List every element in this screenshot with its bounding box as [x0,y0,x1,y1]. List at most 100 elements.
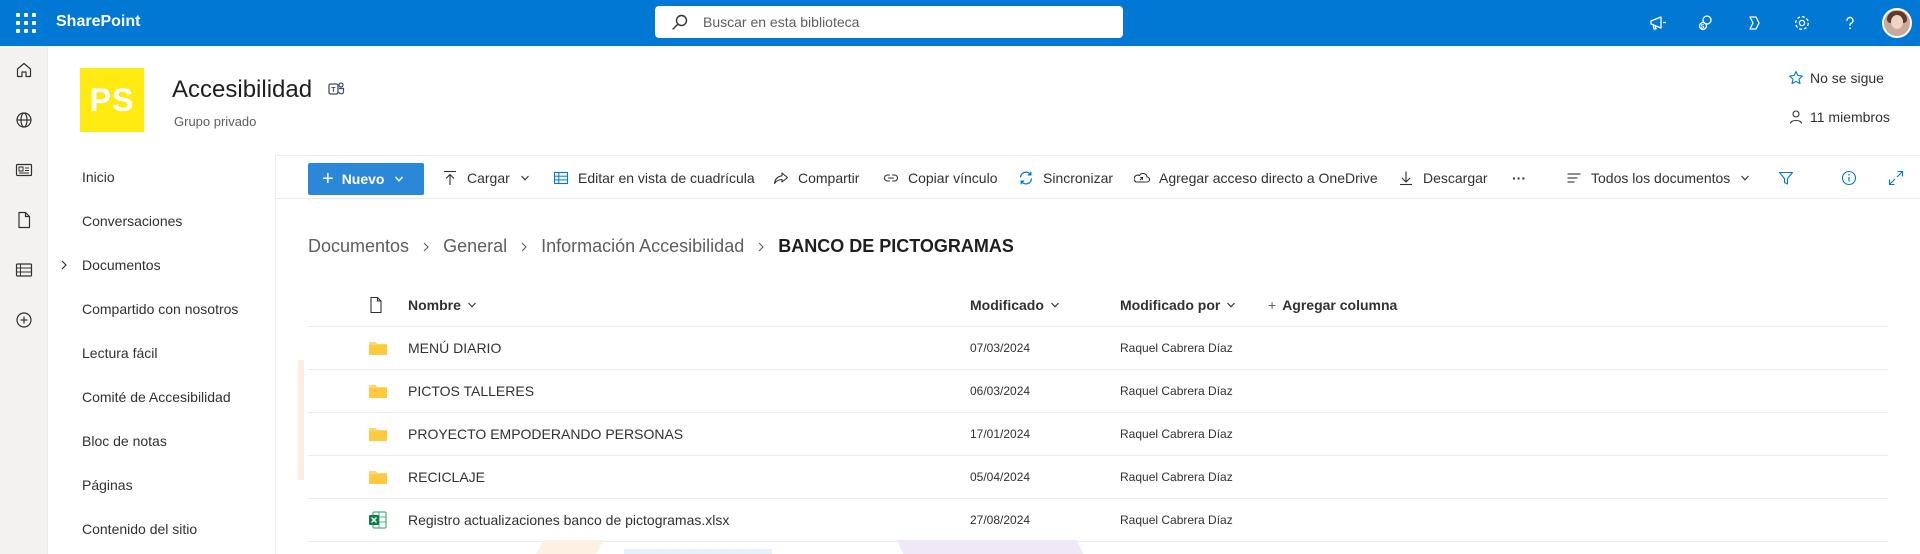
background-decoration [624,549,772,554]
nav-item-documentos[interactable]: Documentos [82,257,161,273]
nav-item-contenido-sitio[interactable]: Contenido del sitio [82,521,197,537]
expand-button[interactable] [1880,156,1912,200]
help-icon[interactable] [1826,0,1874,46]
brand-link[interactable]: SharePoint [56,13,140,31]
row-name[interactable]: MENÚ DIARIO [408,340,501,356]
command-bar: + Nuevo Cargar Editar en vista de cuadrí… [276,155,1920,199]
share-button[interactable]: Compartir [773,156,859,200]
file-icon[interactable] [0,196,48,244]
copilot-icon[interactable] [1730,0,1778,46]
globe-icon[interactable] [0,96,48,144]
follow-button[interactable]: No se sigue [1788,70,1884,86]
row-modified-by[interactable]: Raquel Cabrera Díaz [1120,384,1233,398]
name-column-header[interactable]: Nombre [408,297,477,313]
chevron-right-icon[interactable] [58,259,70,271]
excel-file-icon [369,511,387,529]
new-button[interactable]: + Nuevo [308,163,424,195]
home-icon[interactable] [0,46,48,94]
chevron-right-icon [423,242,429,251]
table-row[interactable]: PROYECTO EMPODERANDO PERSONAS 17/01/2024… [308,413,1888,456]
settings-icon[interactable] [1778,0,1826,46]
plus-icon: + [1268,297,1277,313]
row-modified-by[interactable]: Raquel Cabrera Díaz [1120,427,1233,441]
download-icon [1400,171,1412,186]
row-name[interactable]: PICTOS TALLERES [408,383,534,399]
row-modified: 07/03/2024 [970,341,1031,355]
add-column-button[interactable]: + Agregar columna [1268,297,1397,313]
nav-item-lectura-facil[interactable]: Lectura fácil [82,345,157,361]
site-subtitle: Grupo privado [174,114,257,129]
table-row[interactable]: PICTOS TALLERES 06/03/2024 Raquel Cabrer… [308,370,1888,413]
site-logo[interactable]: PS [80,68,144,132]
sync-button[interactable]: Sincronizar [1018,156,1113,200]
members-button[interactable]: 11 miembros [1788,109,1890,125]
modified-by-column-header[interactable]: Modificado por [1120,297,1236,313]
view-selector[interactable]: Todos los documentos [1566,156,1750,200]
more-button[interactable]: ··· [1512,156,1526,200]
search-input[interactable] [703,6,1103,38]
nav-item-inicio[interactable]: Inicio [82,169,115,185]
row-name[interactable]: Registro actualizaciones banco de pictog… [408,512,729,528]
list-icon[interactable] [0,246,48,294]
folder-icon [369,471,387,484]
row-modified-by[interactable]: Raquel Cabrera Díaz [1120,513,1233,527]
link-icon [884,174,898,182]
background-decoration [535,540,605,554]
row-modified-by[interactable]: Raquel Cabrera Díaz [1120,341,1233,355]
background-decoration [298,360,304,480]
breadcrumb-item[interactable]: Documentos [308,236,409,257]
expand-icon [1888,170,1904,186]
file-type-column-header[interactable] [368,296,384,314]
breadcrumb-item[interactable]: General [443,236,507,257]
row-name[interactable]: PROYECTO EMPODERANDO PERSONAS [408,426,683,442]
more-label: ··· [1512,170,1526,186]
filter-button[interactable] [1770,156,1802,200]
row-name[interactable]: RECICLAJE [408,469,485,485]
upload-label: Cargar [467,170,510,186]
app-launcher-icon[interactable] [12,11,36,35]
list-header: Nombre Modificado Modificado por + Agreg… [308,285,1888,327]
site-title[interactable]: Accesibilidad [172,76,312,104]
news-icon[interactable] [0,146,48,194]
info-button[interactable] [1833,156,1865,200]
person-icon [1789,110,1803,124]
nav-item-bloc-notas[interactable]: Bloc de notas [82,433,167,449]
nav-item-conversaciones[interactable]: Conversaciones [82,213,182,229]
share-label: Compartir [798,170,860,186]
search-box[interactable] [655,6,1123,38]
table-row[interactable]: RECICLAJE 05/04/2024 Raquel Cabrera Díaz [308,456,1888,499]
nav-item-comite[interactable]: Comité de Accesibilidad [82,389,231,405]
grid-edit-button[interactable]: Editar en vista de cuadrícula [553,156,755,200]
breadcrumb-item[interactable]: Información Accesibilidad [541,236,744,257]
info-icon [1841,170,1857,186]
follow-label: No se sigue [1810,70,1884,86]
nav-item-paginas[interactable]: Páginas [82,477,133,493]
row-modified-by[interactable]: Raquel Cabrera Díaz [1120,470,1233,484]
add-circle-icon[interactable] [0,296,48,344]
plus-icon: + [322,168,334,190]
copy-link-button[interactable]: Copiar vínculo [883,156,998,200]
download-button[interactable]: Descargar [1398,156,1488,200]
nav-item-compartido[interactable]: Compartido con nosotros [82,301,238,317]
file-type-icon [370,296,382,314]
breadcrumb-current: BANCO DE PICTOGRAMAS [778,236,1014,256]
left-navigation: Inicio Conversaciones Documentos Compart… [48,155,276,554]
app-rail [0,46,48,554]
new-label: Nuevo [341,171,385,187]
suite-actions: S [1634,0,1920,46]
table-row[interactable]: MENÚ DIARIO 07/03/2024 Raquel Cabrera Dí… [308,327,1888,370]
table-row[interactable]: Registro actualizaciones banco de pictog… [308,499,1888,542]
user-avatar[interactable] [1882,8,1912,38]
add-shortcut-button[interactable]: Agregar acceso directo a OneDrive [1134,156,1378,200]
sharepoint-sites-icon[interactable]: S [1682,0,1730,46]
chevron-down-icon [1227,302,1236,308]
teams-icon[interactable]: T [327,80,345,98]
megaphone-icon[interactable] [1634,0,1682,46]
row-modified: 27/08/2024 [970,513,1031,527]
modified-column-header[interactable]: Modificado [970,297,1060,313]
upload-button[interactable]: Cargar [442,156,530,200]
svg-text:T: T [331,87,336,94]
grid-edit-label: Editar en vista de cuadrícula [578,170,755,186]
view-label: Todos los documentos [1591,170,1731,186]
upload-icon [444,170,456,185]
